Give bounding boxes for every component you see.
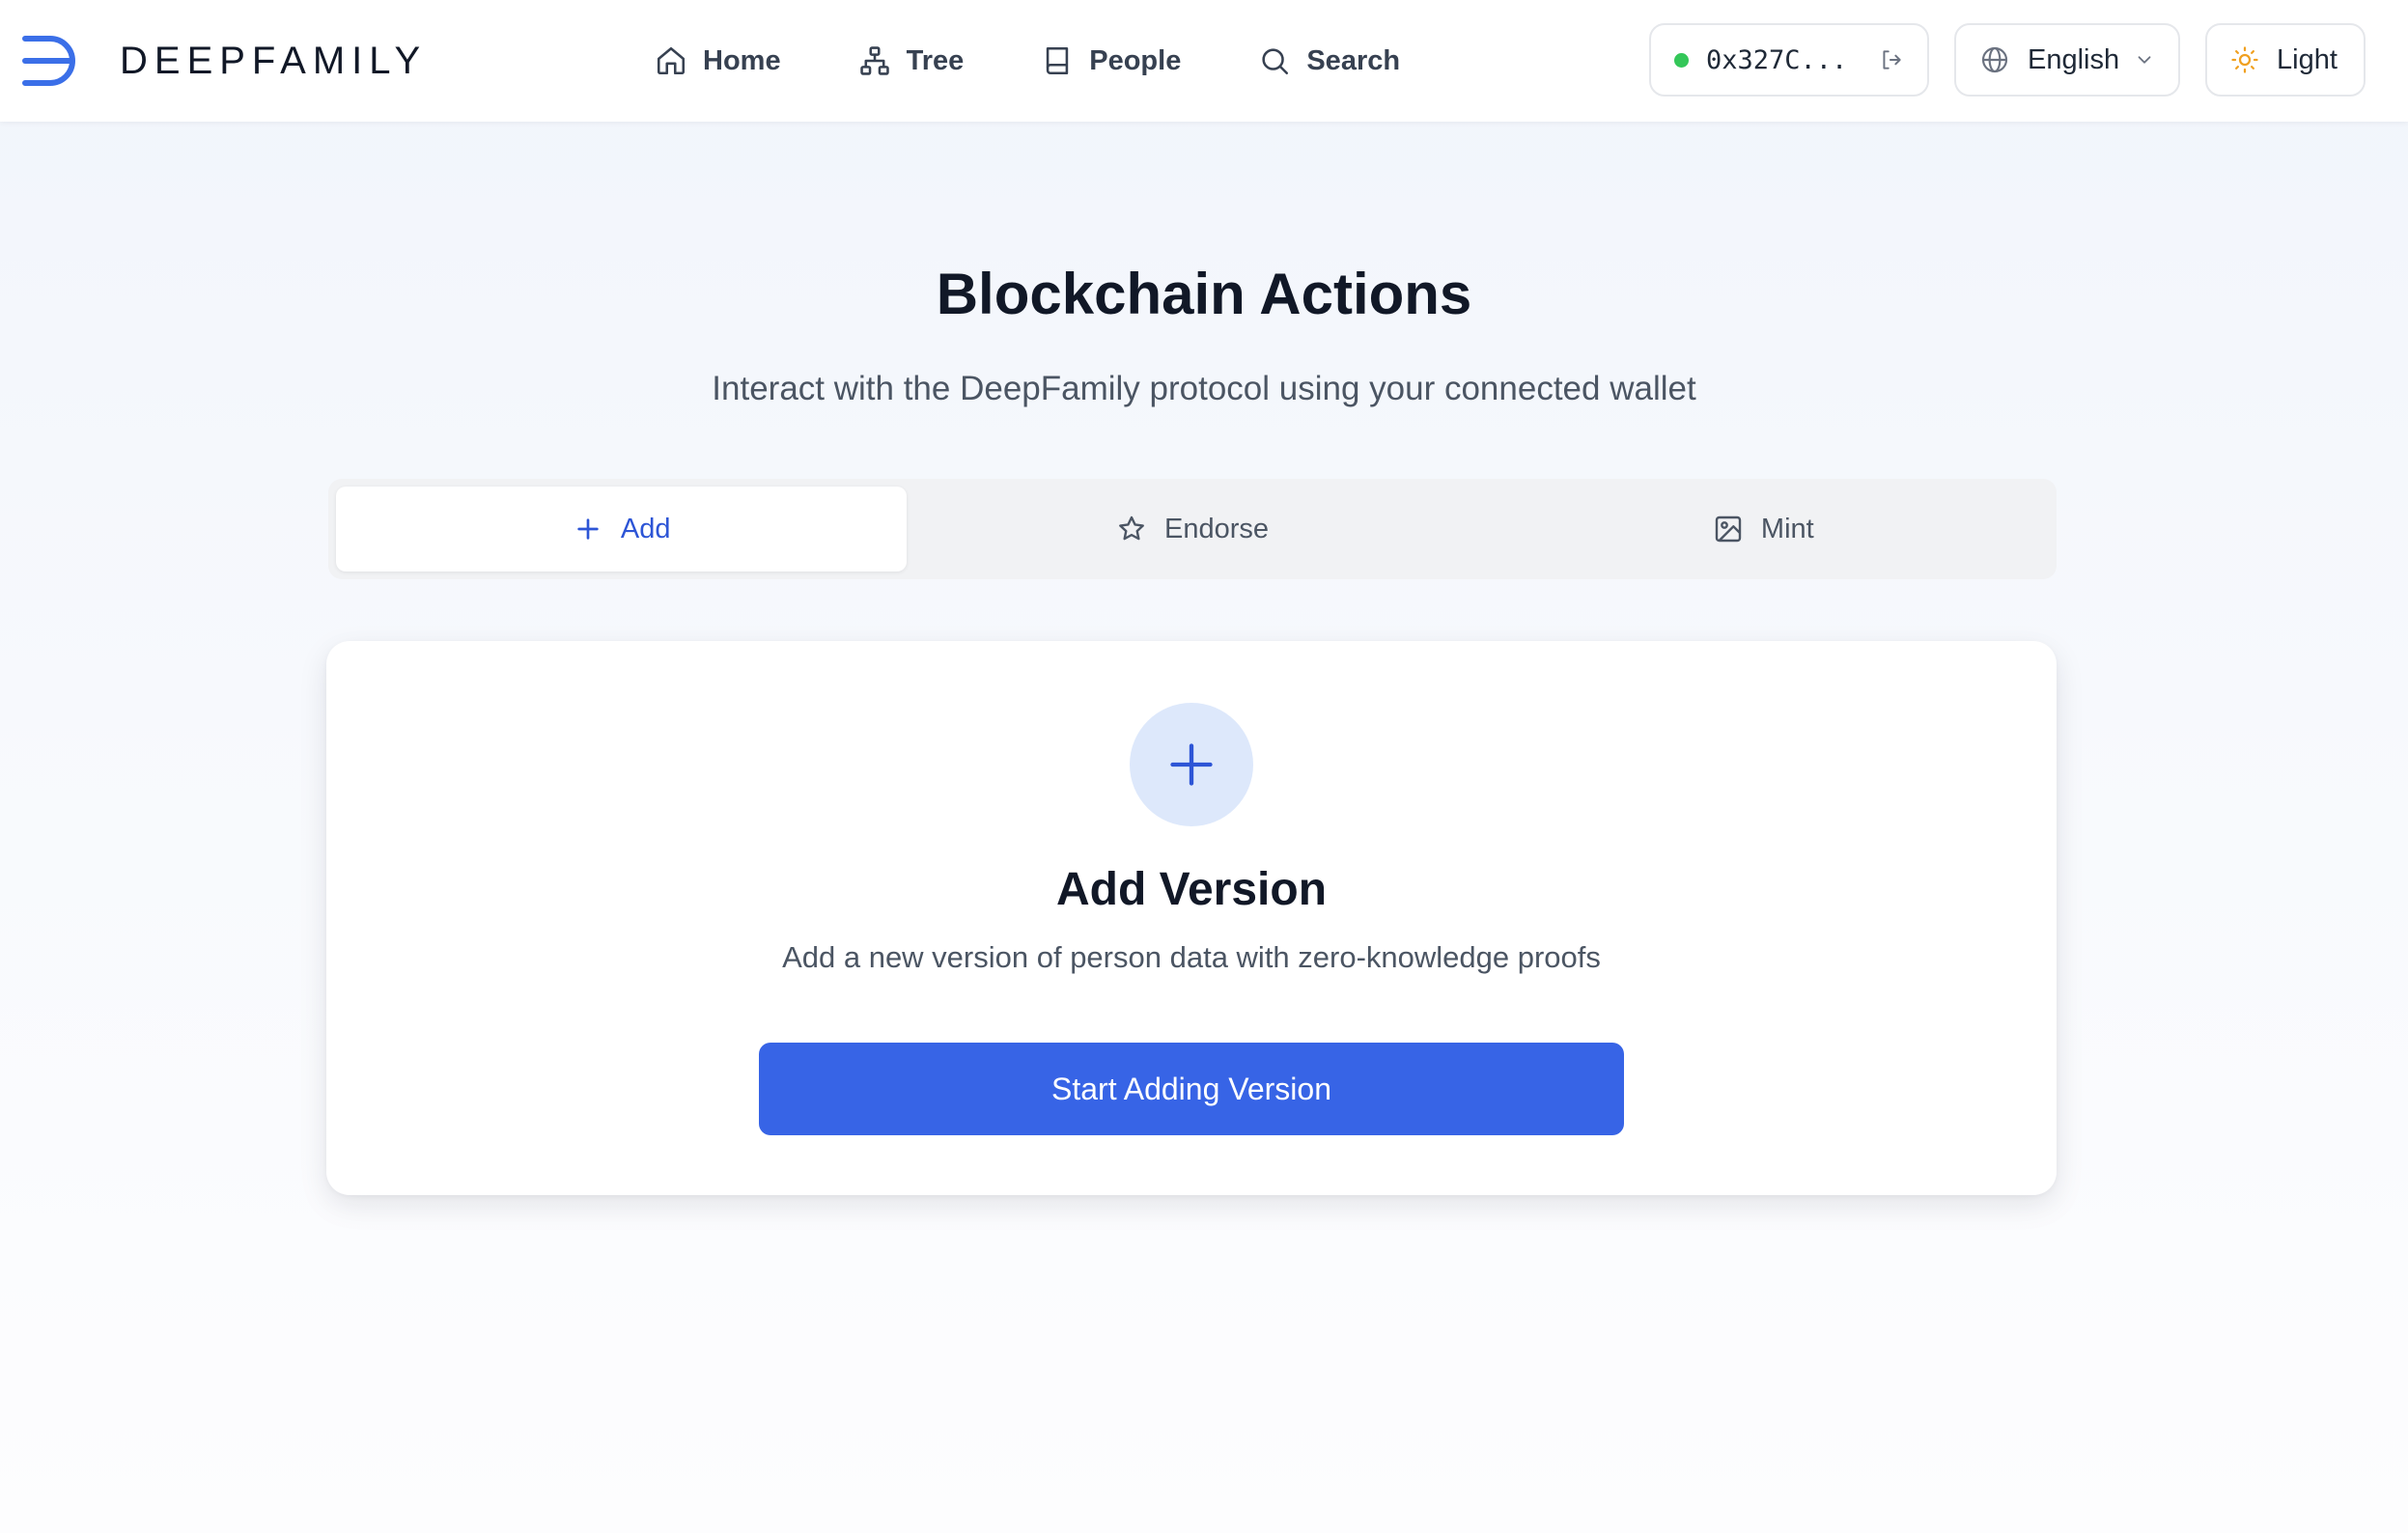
logout-icon[interactable] xyxy=(1879,47,1904,72)
brand-name: DEEPFAMILY xyxy=(120,39,428,82)
nav-tree-label: Tree xyxy=(906,44,965,76)
plus-icon xyxy=(577,518,599,540)
brand[interactable]: DEEPFAMILY xyxy=(19,33,427,89)
language-selector[interactable]: English xyxy=(1954,23,2180,97)
add-version-card: Add Version Add a new version of person … xyxy=(326,641,2057,1195)
tab-add[interactable]: Add xyxy=(336,487,908,571)
action-tabs: Add Endorse Mint xyxy=(328,479,2057,579)
tab-endorse[interactable]: Endorse xyxy=(907,487,1477,571)
add-version-icon-circle xyxy=(1130,703,1253,826)
nav-home-label: Home xyxy=(703,44,781,76)
star-icon xyxy=(1119,516,1144,541)
wallet-address: 0x327C... xyxy=(1706,44,1848,75)
card-description: Add a new version of person data with ze… xyxy=(782,940,1601,974)
page: DEEPFAMILY Home Tree People Search 0x327… xyxy=(0,0,2408,1533)
sun-icon xyxy=(2231,46,2258,73)
nav-search[interactable]: Search xyxy=(1258,35,1400,87)
wallet-status-dot xyxy=(1674,52,1689,68)
card-title: Add Version xyxy=(1055,864,1328,915)
nav-people[interactable]: People xyxy=(1041,35,1181,87)
tab-mint[interactable]: Mint xyxy=(1478,487,2049,571)
globe-icon xyxy=(1981,46,2008,73)
language-label: English xyxy=(2028,43,2120,75)
wallet-button[interactable]: 0x327C... xyxy=(1649,23,1929,97)
image-icon xyxy=(1715,516,1742,543)
deepfamily-logo-icon xyxy=(22,36,75,86)
main-nav: Home Tree People Search xyxy=(655,35,1400,87)
chevron-down-icon xyxy=(2138,56,2151,64)
plus-icon xyxy=(1170,743,1213,786)
start-adding-version-button[interactable]: Start Adding Version xyxy=(759,1043,1624,1135)
nav-people-label: People xyxy=(1089,44,1182,76)
theme-label: Light xyxy=(2277,43,2338,75)
search-icon xyxy=(1262,48,1289,75)
nav-home[interactable]: Home xyxy=(655,35,781,87)
tab-add-label: Add xyxy=(620,513,671,544)
nav-search-label: Search xyxy=(1306,44,1401,76)
nav-tree[interactable]: Tree xyxy=(858,35,965,87)
tab-endorse-label: Endorse xyxy=(1163,513,1269,544)
theme-toggle[interactable]: Light xyxy=(2205,23,2366,97)
tree-icon xyxy=(859,46,889,75)
tab-mint-label: Mint xyxy=(1760,513,1814,544)
top-header: DEEPFAMILY Home Tree People Search 0x327… xyxy=(0,0,2408,122)
home-icon xyxy=(657,46,686,75)
page-subtitle: Interact with the DeepFamily protocol us… xyxy=(712,370,1696,407)
page-title: Blockchain Actions xyxy=(936,262,1472,326)
book-icon xyxy=(1047,46,1069,75)
